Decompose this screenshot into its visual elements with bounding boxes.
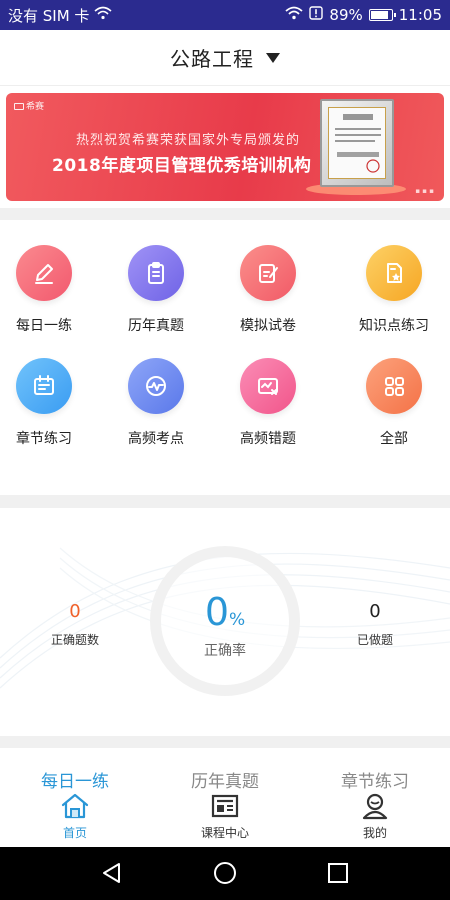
grid-item-mock-exam[interactable]: 模拟试卷	[212, 245, 324, 335]
course-icon	[150, 790, 300, 822]
edit-paper-icon	[240, 245, 296, 301]
logo-icon	[14, 103, 24, 110]
subject-selector[interactable]: 公路工程	[0, 30, 450, 86]
home-circle-icon[interactable]	[213, 861, 237, 889]
system-nav-bar	[0, 847, 450, 900]
app-screen: 没有 SIM 卡 89% 11:05 公路工程 希赛 热烈祝贺希赛荣获国家外专局…	[0, 0, 450, 900]
grid-label: 章节练习	[16, 431, 72, 447]
bottom-section: 每日一练 历年真题 章节练习 首页 课程中心 我的	[0, 748, 450, 847]
battery-icon	[368, 9, 396, 21]
subtab-chapter-practice[interactable]: 章节练习	[300, 767, 450, 792]
nav-course-center[interactable]: 课程中心	[150, 790, 300, 841]
banner-headline: 2018年度项目管理优秀培训机构	[52, 156, 312, 176]
promo-banner[interactable]: 希赛 热烈祝贺希赛荣获国家外专局颁发的 2018年度项目管理优秀培训机构 ▪ ▪…	[6, 93, 444, 201]
nav-profile-label: 我的	[362, 826, 387, 840]
subtab-daily-practice[interactable]: 每日一练	[0, 767, 150, 792]
banner-subtitle: 热烈祝贺希赛荣获国家外专局颁发的	[76, 133, 301, 148]
grid-item-all[interactable]: 全部	[338, 358, 450, 448]
clipboard-icon	[128, 245, 184, 301]
grid-item-daily-practice[interactable]: 每日一练	[0, 245, 100, 335]
battery-fill	[370, 11, 388, 19]
banner-pager-icon: ▪ ▪ ▪	[415, 187, 434, 195]
rate-number: 0	[204, 590, 230, 634]
accuracy-panel: 0 正确题数 0% 正确率 0 已做题	[0, 508, 450, 736]
clock-time: 11:05	[398, 6, 442, 24]
caret-down-icon[interactable]	[266, 52, 280, 63]
recents-icon[interactable]	[326, 861, 350, 889]
grid-label: 每日一练	[16, 318, 72, 334]
back-icon[interactable]	[100, 861, 124, 889]
doc-star-icon	[366, 245, 422, 301]
heartbeat-icon	[128, 358, 184, 414]
rate-unit: %	[229, 610, 246, 630]
calendar-check-icon	[16, 358, 72, 414]
grid-item-knowledge-practice[interactable]: 知识点练习	[338, 245, 450, 335]
nav-home-label: 首页	[62, 826, 87, 840]
grid-label: 全部	[380, 431, 408, 447]
wifi-signal-icon	[94, 6, 112, 24]
banner-container: 希赛 热烈祝贺希赛荣获国家外专局颁发的 2018年度项目管理优秀培训机构 ▪ ▪…	[0, 86, 450, 208]
home-icon	[0, 790, 150, 822]
done-count-label: 已做题	[356, 633, 393, 647]
grid-label: 知识点练习	[359, 318, 429, 334]
grid-label: 历年真题	[128, 318, 184, 334]
subtab-past-exams[interactable]: 历年真题	[150, 767, 300, 792]
grid-item-past-exams[interactable]: 历年真题	[100, 245, 212, 335]
pencil-icon	[16, 245, 72, 301]
nav-course-label: 课程中心	[200, 826, 249, 840]
chart-x-icon	[240, 358, 296, 414]
banner-logo-text: 希赛	[26, 102, 45, 112]
grid-label: 模拟试卷	[240, 318, 296, 334]
done-count-value: 0	[369, 601, 381, 622]
nav-home[interactable]: 首页	[0, 790, 150, 841]
grid-icon	[366, 358, 422, 414]
status-bar: 没有 SIM 卡 89% 11:05	[0, 0, 450, 30]
feature-grid: 每日一练 历年真题 模拟试卷 知识点练习 章节练习 高频考点 高频错题 全部	[0, 220, 450, 495]
certificate-plaque-image	[320, 99, 394, 187]
carrier-text: 没有 SIM 卡	[8, 6, 90, 25]
alert-icon	[309, 6, 324, 24]
banner-logo: 希赛	[14, 99, 44, 112]
nav-profile[interactable]: 我的	[300, 790, 450, 841]
profile-icon	[300, 790, 450, 822]
grid-item-chapter-practice[interactable]: 章节练习	[0, 358, 100, 448]
grid-item-hot-topics[interactable]: 高频考点	[100, 358, 212, 448]
grid-item-frequent-errors[interactable]: 高频错题	[212, 358, 324, 448]
battery-percent: 89%	[329, 6, 363, 24]
page-title: 公路工程	[170, 47, 254, 71]
wifi-icon	[285, 6, 304, 24]
grid-label: 高频错题	[240, 431, 296, 447]
grid-label: 高频考点	[128, 431, 184, 447]
